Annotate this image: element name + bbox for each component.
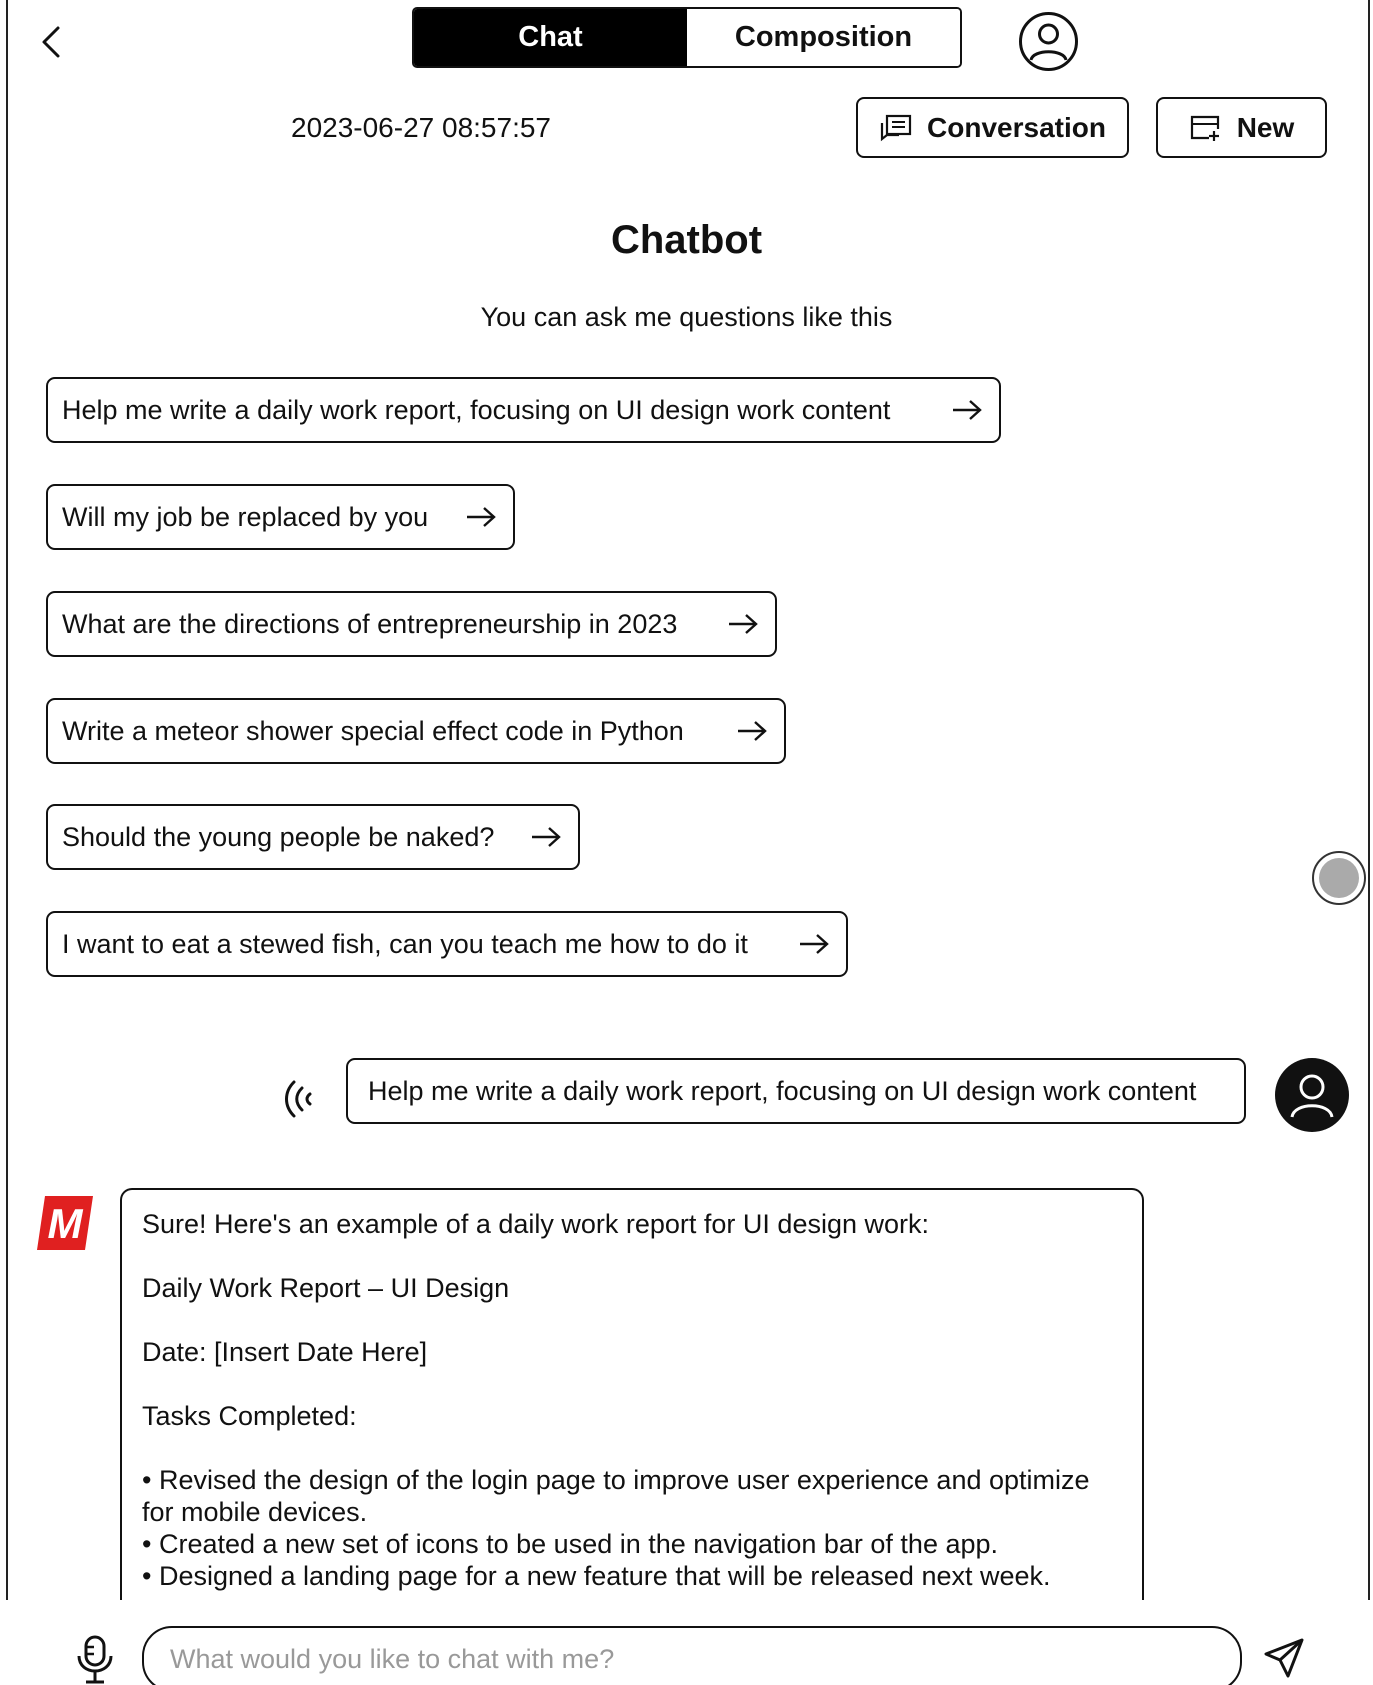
scroll-handle-dot bbox=[1319, 858, 1359, 898]
bot-intro: Sure! Here's an example of a daily work … bbox=[142, 1209, 929, 1239]
arrow-right-icon bbox=[953, 400, 982, 420]
conversation-button[interactable]: Conversation bbox=[856, 97, 1129, 158]
bot-task-item: • Created a new set of icons to be used … bbox=[142, 1529, 999, 1559]
bot-message-bubble: Sure! Here's an example of a daily work … bbox=[120, 1188, 1144, 1600]
chat-input[interactable] bbox=[142, 1626, 1242, 1685]
tab-chat[interactable]: Chat bbox=[414, 9, 687, 66]
suggestion-label: Should the young people be naked? bbox=[62, 821, 495, 852]
new-chat-icon bbox=[1190, 115, 1219, 141]
microphone-icon[interactable] bbox=[74, 1634, 116, 1685]
new-chat-label: New bbox=[1236, 111, 1295, 143]
user-message-text: Help me write a daily work report, focus… bbox=[368, 1075, 1197, 1106]
bot-task-item: • Designed a landing page for a new feat… bbox=[142, 1561, 1051, 1591]
user-avatar-icon bbox=[1275, 1058, 1349, 1132]
suggestion-label: What are the directions of entrepreneurs… bbox=[62, 608, 678, 639]
bot-report-date: Date: [Insert Date Here] bbox=[142, 1337, 428, 1367]
arrow-right-icon bbox=[729, 614, 758, 634]
send-icon[interactable] bbox=[1262, 1636, 1306, 1680]
bot-report-heading: Daily Work Report – UI Design bbox=[142, 1273, 510, 1303]
back-chevron-icon[interactable] bbox=[38, 24, 64, 60]
arrow-right-icon bbox=[467, 507, 496, 527]
suggestion-item[interactable]: What are the directions of entrepreneurs… bbox=[46, 591, 777, 657]
svg-text:M: M bbox=[48, 1200, 84, 1247]
page-subtitle: You can ask me questions like this bbox=[480, 302, 893, 332]
conversation-label: Conversation bbox=[927, 111, 1106, 143]
suggestion-item[interactable]: Should the young people be naked? bbox=[46, 804, 580, 870]
suggestion-label: Help me write a daily work report, focus… bbox=[62, 394, 891, 425]
arrow-right-icon bbox=[800, 934, 829, 954]
tab-composition[interactable]: Composition bbox=[687, 9, 960, 66]
mode-tabs: Chat Composition bbox=[412, 7, 962, 68]
suggestion-label: Will my job be replaced by you bbox=[62, 501, 429, 532]
session-timestamp: 2023-06-27 08:57:57 bbox=[291, 112, 551, 143]
bot-logo-icon: M bbox=[37, 1196, 93, 1250]
user-message-bubble: Help me write a daily work report, focus… bbox=[346, 1058, 1246, 1124]
suggestion-item[interactable]: Will my job be replaced by you bbox=[46, 484, 515, 550]
suggestion-item[interactable]: Help me write a daily work report, focus… bbox=[46, 377, 1001, 443]
arrow-right-icon bbox=[532, 827, 561, 847]
suggestion-item[interactable]: I want to eat a stewed fish, can you tea… bbox=[46, 911, 848, 977]
floating-scroll-handle[interactable] bbox=[1312, 851, 1366, 905]
new-chat-button[interactable]: New bbox=[1156, 97, 1327, 158]
read-aloud-icon[interactable] bbox=[282, 1078, 318, 1120]
bot-tasks-heading: Tasks Completed: bbox=[142, 1401, 357, 1431]
arrow-right-icon bbox=[738, 721, 767, 741]
bot-task-item: • Revised the design of the login page t… bbox=[142, 1465, 1090, 1527]
suggestion-item[interactable]: Write a meteor shower special effect cod… bbox=[46, 698, 786, 764]
suggestion-label: Write a meteor shower special effect cod… bbox=[62, 715, 684, 746]
page-title: Chatbot bbox=[610, 218, 763, 262]
suggestion-label: I want to eat a stewed fish, can you tea… bbox=[62, 928, 748, 959]
conversation-icon bbox=[880, 114, 912, 141]
profile-icon[interactable] bbox=[1018, 11, 1079, 72]
